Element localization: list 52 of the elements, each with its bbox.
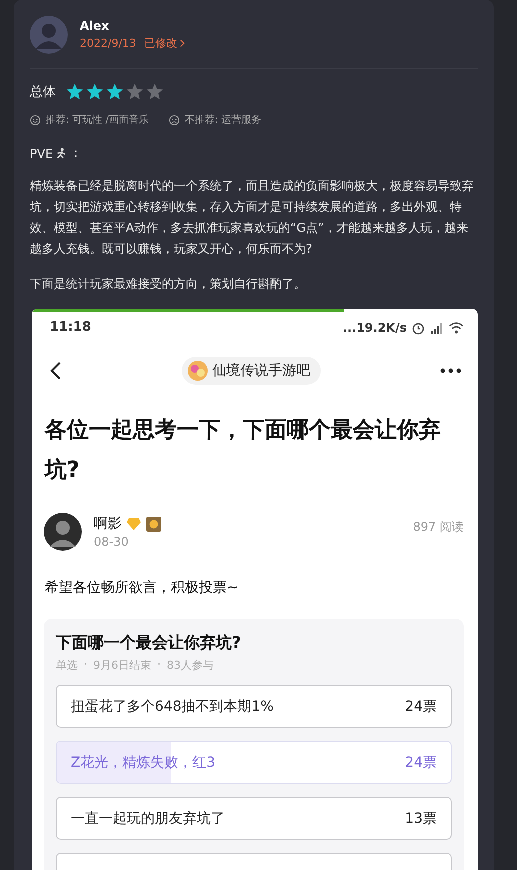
option-text: 扭蛋花了多个648抽不到本期1% bbox=[71, 698, 274, 716]
post-date: 2022/9/13 bbox=[80, 37, 136, 50]
option-text: 一直一起玩的朋友弃坑了 bbox=[71, 810, 225, 828]
chevron-icon bbox=[180, 39, 186, 48]
edited-link[interactable]: 已修改 bbox=[144, 36, 186, 51]
poll-option[interactable]: 扭蛋花了多个648抽不到本期1% 24票 bbox=[56, 685, 452, 728]
star-icon bbox=[106, 83, 124, 101]
diamond-badge-icon bbox=[126, 516, 142, 532]
forum-icon bbox=[188, 361, 208, 381]
star-icon bbox=[126, 83, 144, 101]
thread-title: 各位一起思考一下，下面哪个最会让你弃坑? bbox=[45, 416, 442, 485]
smile-icon bbox=[30, 114, 41, 126]
poll-title: 下面哪一个最会让你弃坑? bbox=[56, 633, 242, 654]
medal-badge-icon bbox=[146, 516, 162, 532]
poll-meta: 83人参与 bbox=[167, 658, 214, 673]
separator-dot: · bbox=[158, 658, 161, 673]
avatar bbox=[44, 513, 82, 551]
wifi-icon bbox=[449, 320, 464, 334]
back-icon[interactable] bbox=[50, 361, 62, 381]
colon-text: ： bbox=[70, 145, 82, 162]
poll-meta: 单选 bbox=[56, 658, 78, 673]
option-text: Z花光，精炼失败，红3 bbox=[71, 754, 216, 772]
poll-option[interactable]: 一直一起玩的朋友弃坑了 13票 bbox=[56, 797, 452, 840]
more-icon[interactable] bbox=[440, 368, 462, 374]
review-paragraph: 精炼装备已经是脱离时代的一个系统了，而且造成的负面影响极大，极度容易导致弃坑，切实把游戏重心转移到收集，存入方面才是可持续发展的道路，多出外观、特效、模型、甚至平A动作，多去抓准玩家喜欢玩的“G点”，才能越来越多人玩，越来越多人充钱。既可以赚钱，玩家又开心，何乐而不为? bbox=[30, 178, 475, 258]
separator-dot: · bbox=[84, 658, 88, 673]
star-icon bbox=[86, 83, 104, 101]
status-time: 11:18 bbox=[50, 320, 92, 335]
rating-label: 总体 bbox=[30, 84, 56, 101]
poster-name: 啊影 bbox=[94, 515, 122, 533]
tag-text: 不推荐: 运营服务 bbox=[185, 114, 262, 127]
section-label: PVE bbox=[30, 146, 54, 160]
review-paragraph: 下面是统计玩家最难接受的方向，策划自行斟酌了。 bbox=[30, 276, 307, 293]
vote-count: 24票 bbox=[405, 754, 437, 772]
forum-chip[interactable]: 仙境传说手游吧 bbox=[182, 357, 320, 385]
frown-icon bbox=[169, 114, 180, 126]
poll-option[interactable]: Z花光，精炼失败，红3 24票 bbox=[56, 741, 452, 784]
view-count: 897 阅读 bbox=[413, 519, 464, 536]
running-figure-icon bbox=[55, 147, 68, 160]
star-icon bbox=[146, 83, 164, 101]
tag-text: 推荐: 可玩性 /画面音乐 bbox=[46, 114, 150, 127]
poster-date: 08-30 bbox=[94, 535, 130, 549]
vote-count: 24票 bbox=[405, 698, 437, 716]
vote-count: 13票 bbox=[405, 810, 437, 828]
thread-body: 希望各位畅所欲言，积极投票~ bbox=[45, 579, 240, 597]
alarm-icon bbox=[411, 320, 426, 334]
signal-icon bbox=[430, 320, 445, 334]
network-speed: ...19.2K/s bbox=[342, 320, 407, 334]
avatar bbox=[30, 16, 68, 54]
author-name: Alex bbox=[80, 19, 110, 33]
star-icon bbox=[66, 83, 84, 101]
poll-meta: 9月6日结束 bbox=[94, 658, 152, 673]
